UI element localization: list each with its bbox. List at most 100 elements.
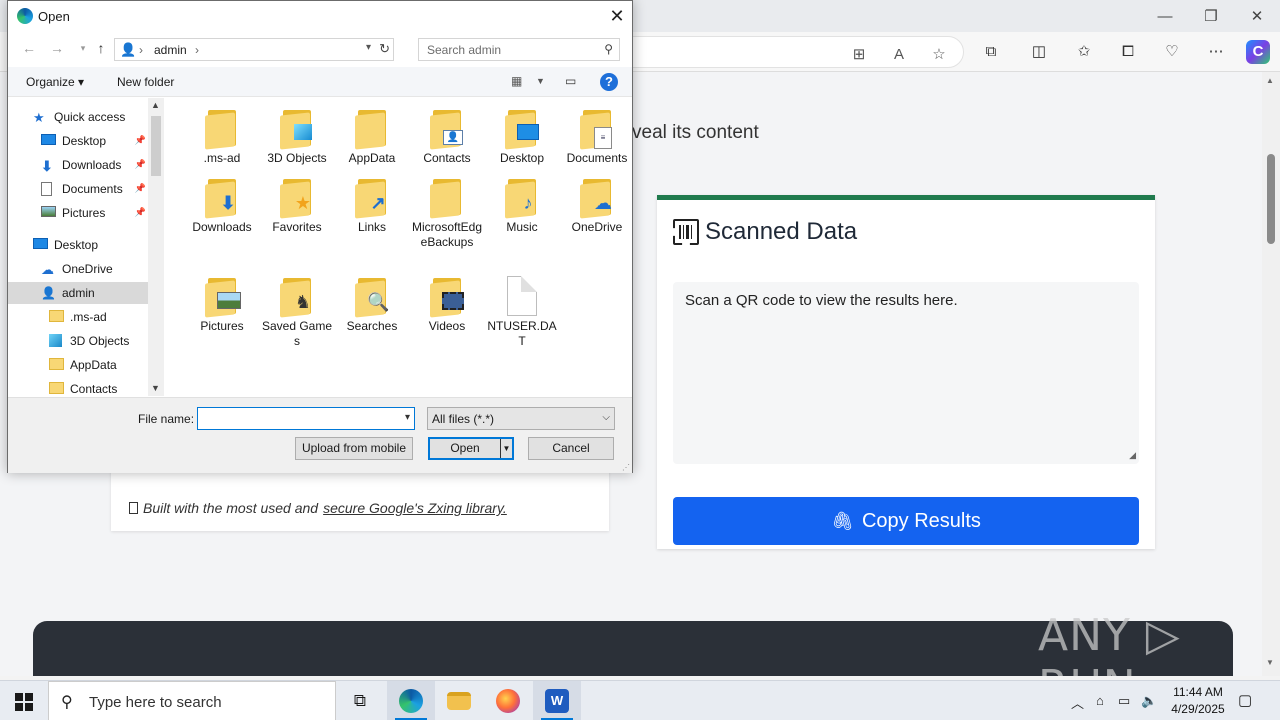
dialog-resize-grip-icon[interactable]: ⋰ — [622, 463, 630, 472]
nav-item-pictures[interactable]: Pictures 📌 — [8, 202, 148, 224]
address-path-box[interactable]: 👤 › admin › ▾ ↻ — [114, 38, 394, 61]
navigation-scroll-thumb[interactable] — [151, 116, 161, 176]
built-with-text: Built with the most used and — [143, 500, 319, 516]
scan-results-textarea[interactable]: Scan a QR code to view the results here.… — [673, 282, 1139, 464]
upload-from-mobile-button[interactable]: Upload from mobile — [295, 437, 413, 460]
nav-item-documents[interactable]: Documents 📌 — [8, 178, 148, 200]
help-icon[interactable]: ? — [600, 73, 618, 91]
nav-item-downloads[interactable]: ⬇ Downloads 📌 — [8, 154, 148, 176]
folder-item[interactable]: ⬇ Downloads — [185, 177, 259, 235]
folder-item[interactable]: ↗ Links — [335, 177, 409, 235]
path-dropdown-icon[interactable]: ▾ — [366, 42, 371, 53]
more-menu-icon[interactable]: ⋯ — [1204, 40, 1228, 64]
network-icon[interactable]: ▭ — [1118, 693, 1130, 709]
split-screen-icon[interactable]: ◫ — [1027, 40, 1051, 64]
file-type-select[interactable]: All files (*.*) ⌵ — [427, 407, 615, 430]
cancel-button[interactable]: Cancel — [528, 437, 614, 460]
file-item[interactable]: NTUSER.DAT — [485, 276, 559, 349]
address-bar[interactable]: ⊞ A ☆ — [600, 36, 964, 68]
dialog-search-input[interactable]: Search admin ⚲ — [418, 38, 620, 61]
copy-results-button[interactable]: 🖇 Copy Results — [673, 497, 1139, 545]
nav-item-ms-ad[interactable]: .ms-ad — [8, 306, 148, 328]
folder-item[interactable]: ☁ OneDrive — [560, 177, 634, 235]
folder-item[interactable]: ★ Favorites — [260, 177, 334, 235]
new-folder-button[interactable]: New folder — [117, 75, 174, 89]
scroll-down-icon[interactable]: ▼ — [1266, 658, 1274, 667]
folder-item[interactable]: AppData — [335, 108, 409, 166]
page-scrollbar[interactable]: ▲ ▼ — [1262, 72, 1280, 676]
path-segment-admin[interactable]: admin — [154, 43, 187, 57]
notifications-icon[interactable]: ▢ — [1238, 691, 1252, 709]
folder-item[interactable]: ≡ Documents — [560, 108, 634, 166]
nav-item-quick-access[interactable]: ★ Quick access — [8, 106, 148, 128]
taskbar-file-explorer-button[interactable] — [435, 681, 483, 720]
nav-item-desktop[interactable]: Desktop 📌 — [8, 130, 148, 152]
minimize-button[interactable]: — — [1142, 0, 1188, 32]
browser-essentials-icon[interactable]: ♡ — [1160, 40, 1184, 64]
zxing-link[interactable]: secure Google's Zxing library. — [323, 500, 507, 516]
restore-button[interactable]: ❐ — [1188, 0, 1234, 32]
resize-grip-icon[interactable]: ◢ — [1129, 450, 1136, 461]
folder-item[interactable]: ♪ Music — [485, 177, 559, 235]
favorite-star-icon[interactable]: ☆ — [929, 45, 949, 65]
file-name-dropdown-icon[interactable]: ▾ — [405, 412, 410, 423]
file-name: NTUSER.DAT — [487, 319, 557, 348]
back-arrow-icon[interactable]: ← — [20, 40, 38, 56]
path-chevron-icon[interactable]: › — [139, 43, 143, 57]
open-file-dialog: Open ✕ ← → ▾ ↑ 👤 › admin › ▾ ↻ Search ad… — [7, 0, 633, 473]
path-chevron-icon[interactable]: › — [195, 43, 199, 57]
favorites-icon[interactable]: ✩ — [1072, 40, 1096, 64]
preview-pane-icon[interactable]: ▭ — [565, 74, 576, 88]
folder-item[interactable]: Pictures — [185, 276, 259, 334]
taskbar-search-box[interactable]: ⚲ Type here to search — [48, 681, 336, 720]
folder-item[interactable]: ♞ Saved Games — [260, 276, 334, 349]
nav-item-admin[interactable]: 👤 admin — [8, 282, 148, 304]
device-icon[interactable]: ⌂ — [1096, 693, 1104, 708]
open-button[interactable]: Open ▼ — [428, 437, 514, 460]
folder-icon — [280, 108, 314, 150]
collections-icon[interactable]: ⧠ — [1116, 40, 1140, 64]
scroll-up-icon[interactable]: ▲ — [151, 100, 160, 110]
open-split-dropdown-icon[interactable]: ▼ — [500, 439, 512, 458]
refresh-icon[interactable]: ↻ — [379, 41, 390, 57]
app-available-icon[interactable]: ⊞ — [849, 45, 869, 65]
read-aloud-icon[interactable]: A — [889, 45, 909, 65]
file-name: Music — [506, 220, 538, 234]
file-name-input[interactable]: ▾ — [197, 407, 415, 430]
taskbar-word-button[interactable]: W — [533, 681, 581, 720]
edge-logo-icon — [17, 8, 33, 24]
organize-button[interactable]: Organize ▾ — [26, 75, 84, 89]
folder-item[interactable]: 🔍 Searches — [335, 276, 409, 334]
forward-arrow-icon[interactable]: → — [48, 40, 66, 56]
folder-item[interactable]: Desktop — [485, 108, 559, 166]
show-hidden-icons-chevron-icon[interactable]: ︿ — [1071, 693, 1084, 712]
volume-icon[interactable]: 🔈 — [1141, 693, 1157, 709]
folder-item[interactable]: .ms-ad — [185, 108, 259, 166]
scrollbar-thumb[interactable] — [1267, 154, 1275, 244]
nav-item-desktop[interactable]: Desktop — [8, 234, 148, 256]
dialog-close-button[interactable]: ✕ — [602, 1, 632, 31]
taskbar-clock[interactable]: 11:44 AM 4/29/2025 — [1160, 684, 1236, 718]
start-button[interactable] — [0, 681, 48, 720]
nav-item-contacts[interactable]: Contacts — [8, 378, 148, 396]
taskbar-edge-button[interactable] — [387, 681, 435, 720]
nav-item-3d-objects[interactable]: 3D Objects — [8, 330, 148, 352]
navigation-scrollbar[interactable]: ▲ ▼ — [148, 98, 164, 396]
recent-locations-icon[interactable]: ▾ — [74, 43, 92, 54]
nav-item-onedrive[interactable]: ☁ OneDrive — [8, 258, 148, 280]
extensions-icon[interactable]: ⧉ — [979, 40, 1003, 64]
close-window-button[interactable]: ✕ — [1234, 0, 1280, 32]
copilot-icon[interactable]: C — [1246, 40, 1270, 64]
change-view-icon[interactable]: ▦ — [511, 74, 522, 88]
folder-item[interactable]: Videos — [410, 276, 484, 334]
folder-item[interactable]: 👤 Contacts — [410, 108, 484, 166]
folder-item[interactable]: MicrosoftEdgeBackups — [410, 177, 484, 250]
view-options-dropdown-icon[interactable]: ▼ — [536, 76, 545, 86]
nav-item-appdata[interactable]: AppData — [8, 354, 148, 376]
folder-item[interactable]: 3D Objects — [260, 108, 334, 166]
scroll-up-icon[interactable]: ▲ — [1266, 76, 1274, 85]
taskbar-firefox-button[interactable] — [484, 681, 532, 720]
scroll-down-icon[interactable]: ▼ — [151, 383, 160, 393]
task-view-button[interactable]: ⧉ — [336, 681, 384, 720]
up-arrow-icon[interactable]: ↑ — [92, 40, 110, 56]
